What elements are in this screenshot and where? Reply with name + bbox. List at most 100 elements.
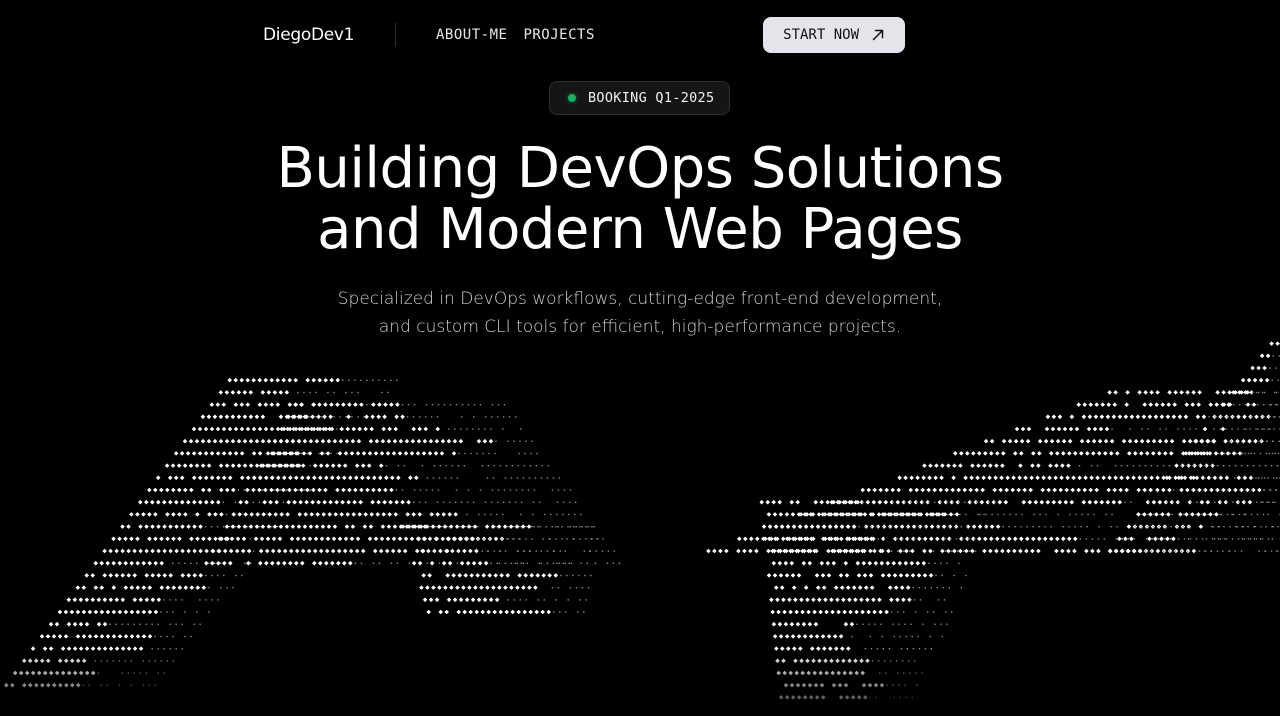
ascii-dot xyxy=(1262,501,1264,503)
ascii-diamond xyxy=(1105,414,1111,420)
ascii-diamond xyxy=(1220,426,1226,432)
ascii-diamond xyxy=(342,463,348,468)
ascii-diamond xyxy=(341,487,346,493)
ascii-dot xyxy=(538,562,540,564)
ascii-diamond xyxy=(712,548,717,554)
ascii-diamond xyxy=(179,451,185,456)
ascii-diamond xyxy=(887,585,893,590)
ascii-dot xyxy=(557,526,559,528)
ascii-diamond xyxy=(457,573,462,578)
ascii-diamond xyxy=(329,402,334,407)
ascii-diamond xyxy=(354,475,359,481)
ascii-diamond xyxy=(417,512,422,517)
ascii-diamond xyxy=(1187,451,1192,456)
ascii-diamond xyxy=(230,524,236,529)
ascii-dot xyxy=(196,611,198,613)
ascii-diamond xyxy=(522,609,527,615)
ascii-diamond xyxy=(171,585,177,590)
ascii-diamond xyxy=(173,475,179,481)
ascii-dot xyxy=(413,416,415,418)
ascii-diamond xyxy=(778,634,784,639)
site-logo[interactable]: DiegoDev1 xyxy=(263,25,395,45)
ascii-dot xyxy=(1216,465,1219,467)
ascii-dot xyxy=(1211,526,1213,528)
ascii-diamond xyxy=(225,487,230,493)
ascii-diamond xyxy=(84,646,90,651)
ascii-diamond xyxy=(1214,512,1219,517)
ascii-diamond xyxy=(979,499,985,505)
ascii-dot xyxy=(555,538,557,540)
ascii-dot xyxy=(467,404,470,406)
ascii-diamond xyxy=(316,499,321,505)
ascii-dot xyxy=(940,623,942,625)
ascii-diamond xyxy=(1148,512,1153,517)
ascii-diamond xyxy=(773,524,779,529)
ascii-diamond xyxy=(1167,390,1172,395)
ascii-diamond xyxy=(373,451,379,456)
ascii-diamond xyxy=(254,524,260,529)
ascii-dot xyxy=(564,550,567,552)
ascii-diamond xyxy=(96,621,102,627)
ascii-diamond xyxy=(1155,548,1161,554)
ascii-diamond xyxy=(1173,390,1178,395)
ascii-diamond xyxy=(150,573,155,578)
ascii-dot xyxy=(901,538,904,540)
ascii-dot xyxy=(199,623,201,625)
ascii-diamond xyxy=(474,609,479,615)
ascii-dot xyxy=(498,562,501,564)
ascii-diamond xyxy=(773,585,779,590)
ascii-dot xyxy=(491,404,494,406)
ascii-dot xyxy=(1255,391,1258,394)
ascii-dot xyxy=(983,513,985,516)
ascii-diamond xyxy=(1067,438,1073,444)
nav-link-projects[interactable]: PROJECTS xyxy=(523,27,594,43)
ascii-diamond xyxy=(93,585,99,590)
ascii-dot xyxy=(166,635,168,638)
ascii-diamond xyxy=(801,621,807,627)
ascii-diamond xyxy=(288,560,293,566)
ascii-dot xyxy=(300,452,302,455)
ascii-dot xyxy=(913,660,916,662)
ascii-diamond xyxy=(1163,451,1168,456)
ascii-diamond xyxy=(381,512,386,517)
ascii-dot xyxy=(1223,538,1226,540)
ascii-diamond xyxy=(233,402,239,407)
ascii-dot xyxy=(555,526,557,528)
ascii-dot xyxy=(435,526,437,528)
nav-link-about-me[interactable]: ABOUT-ME xyxy=(436,27,507,43)
ascii-dot xyxy=(1105,513,1107,516)
ascii-dot xyxy=(395,489,398,491)
ascii-diamond xyxy=(1106,487,1111,493)
ascii-diamond xyxy=(1121,438,1127,444)
ascii-dot xyxy=(499,465,501,467)
ascii-dot xyxy=(1232,501,1234,503)
ascii-diamond xyxy=(348,560,353,566)
ascii-diamond xyxy=(1148,487,1153,493)
ascii-diamond xyxy=(1118,487,1123,493)
ascii-diamond xyxy=(1049,438,1055,444)
ascii-dot xyxy=(1081,513,1083,516)
ascii-diamond xyxy=(826,634,832,639)
ascii-diamond xyxy=(262,499,267,505)
ascii-dot xyxy=(988,501,990,503)
ascii-dot xyxy=(522,562,525,564)
start-now-button[interactable]: START NOW xyxy=(763,17,905,53)
ascii-diamond xyxy=(439,451,445,456)
ascii-diamond xyxy=(248,463,254,468)
ascii-dot xyxy=(1219,538,1222,540)
ascii-diamond xyxy=(123,560,128,566)
ascii-diamond xyxy=(219,487,224,493)
ascii-diamond xyxy=(1202,426,1208,432)
ascii-diamond xyxy=(860,609,865,615)
ascii-diamond xyxy=(995,536,1000,542)
ascii-diamond xyxy=(387,512,392,517)
ascii-diamond xyxy=(452,597,458,603)
ascii-dot xyxy=(510,477,513,479)
ascii-diamond xyxy=(462,609,467,615)
ascii-diamond xyxy=(393,426,398,432)
ascii-dot xyxy=(1238,501,1240,503)
ascii-diamond xyxy=(1030,463,1035,468)
nav-divider xyxy=(395,23,396,47)
ascii-diamond xyxy=(790,573,796,578)
ascii-diamond xyxy=(75,634,81,639)
